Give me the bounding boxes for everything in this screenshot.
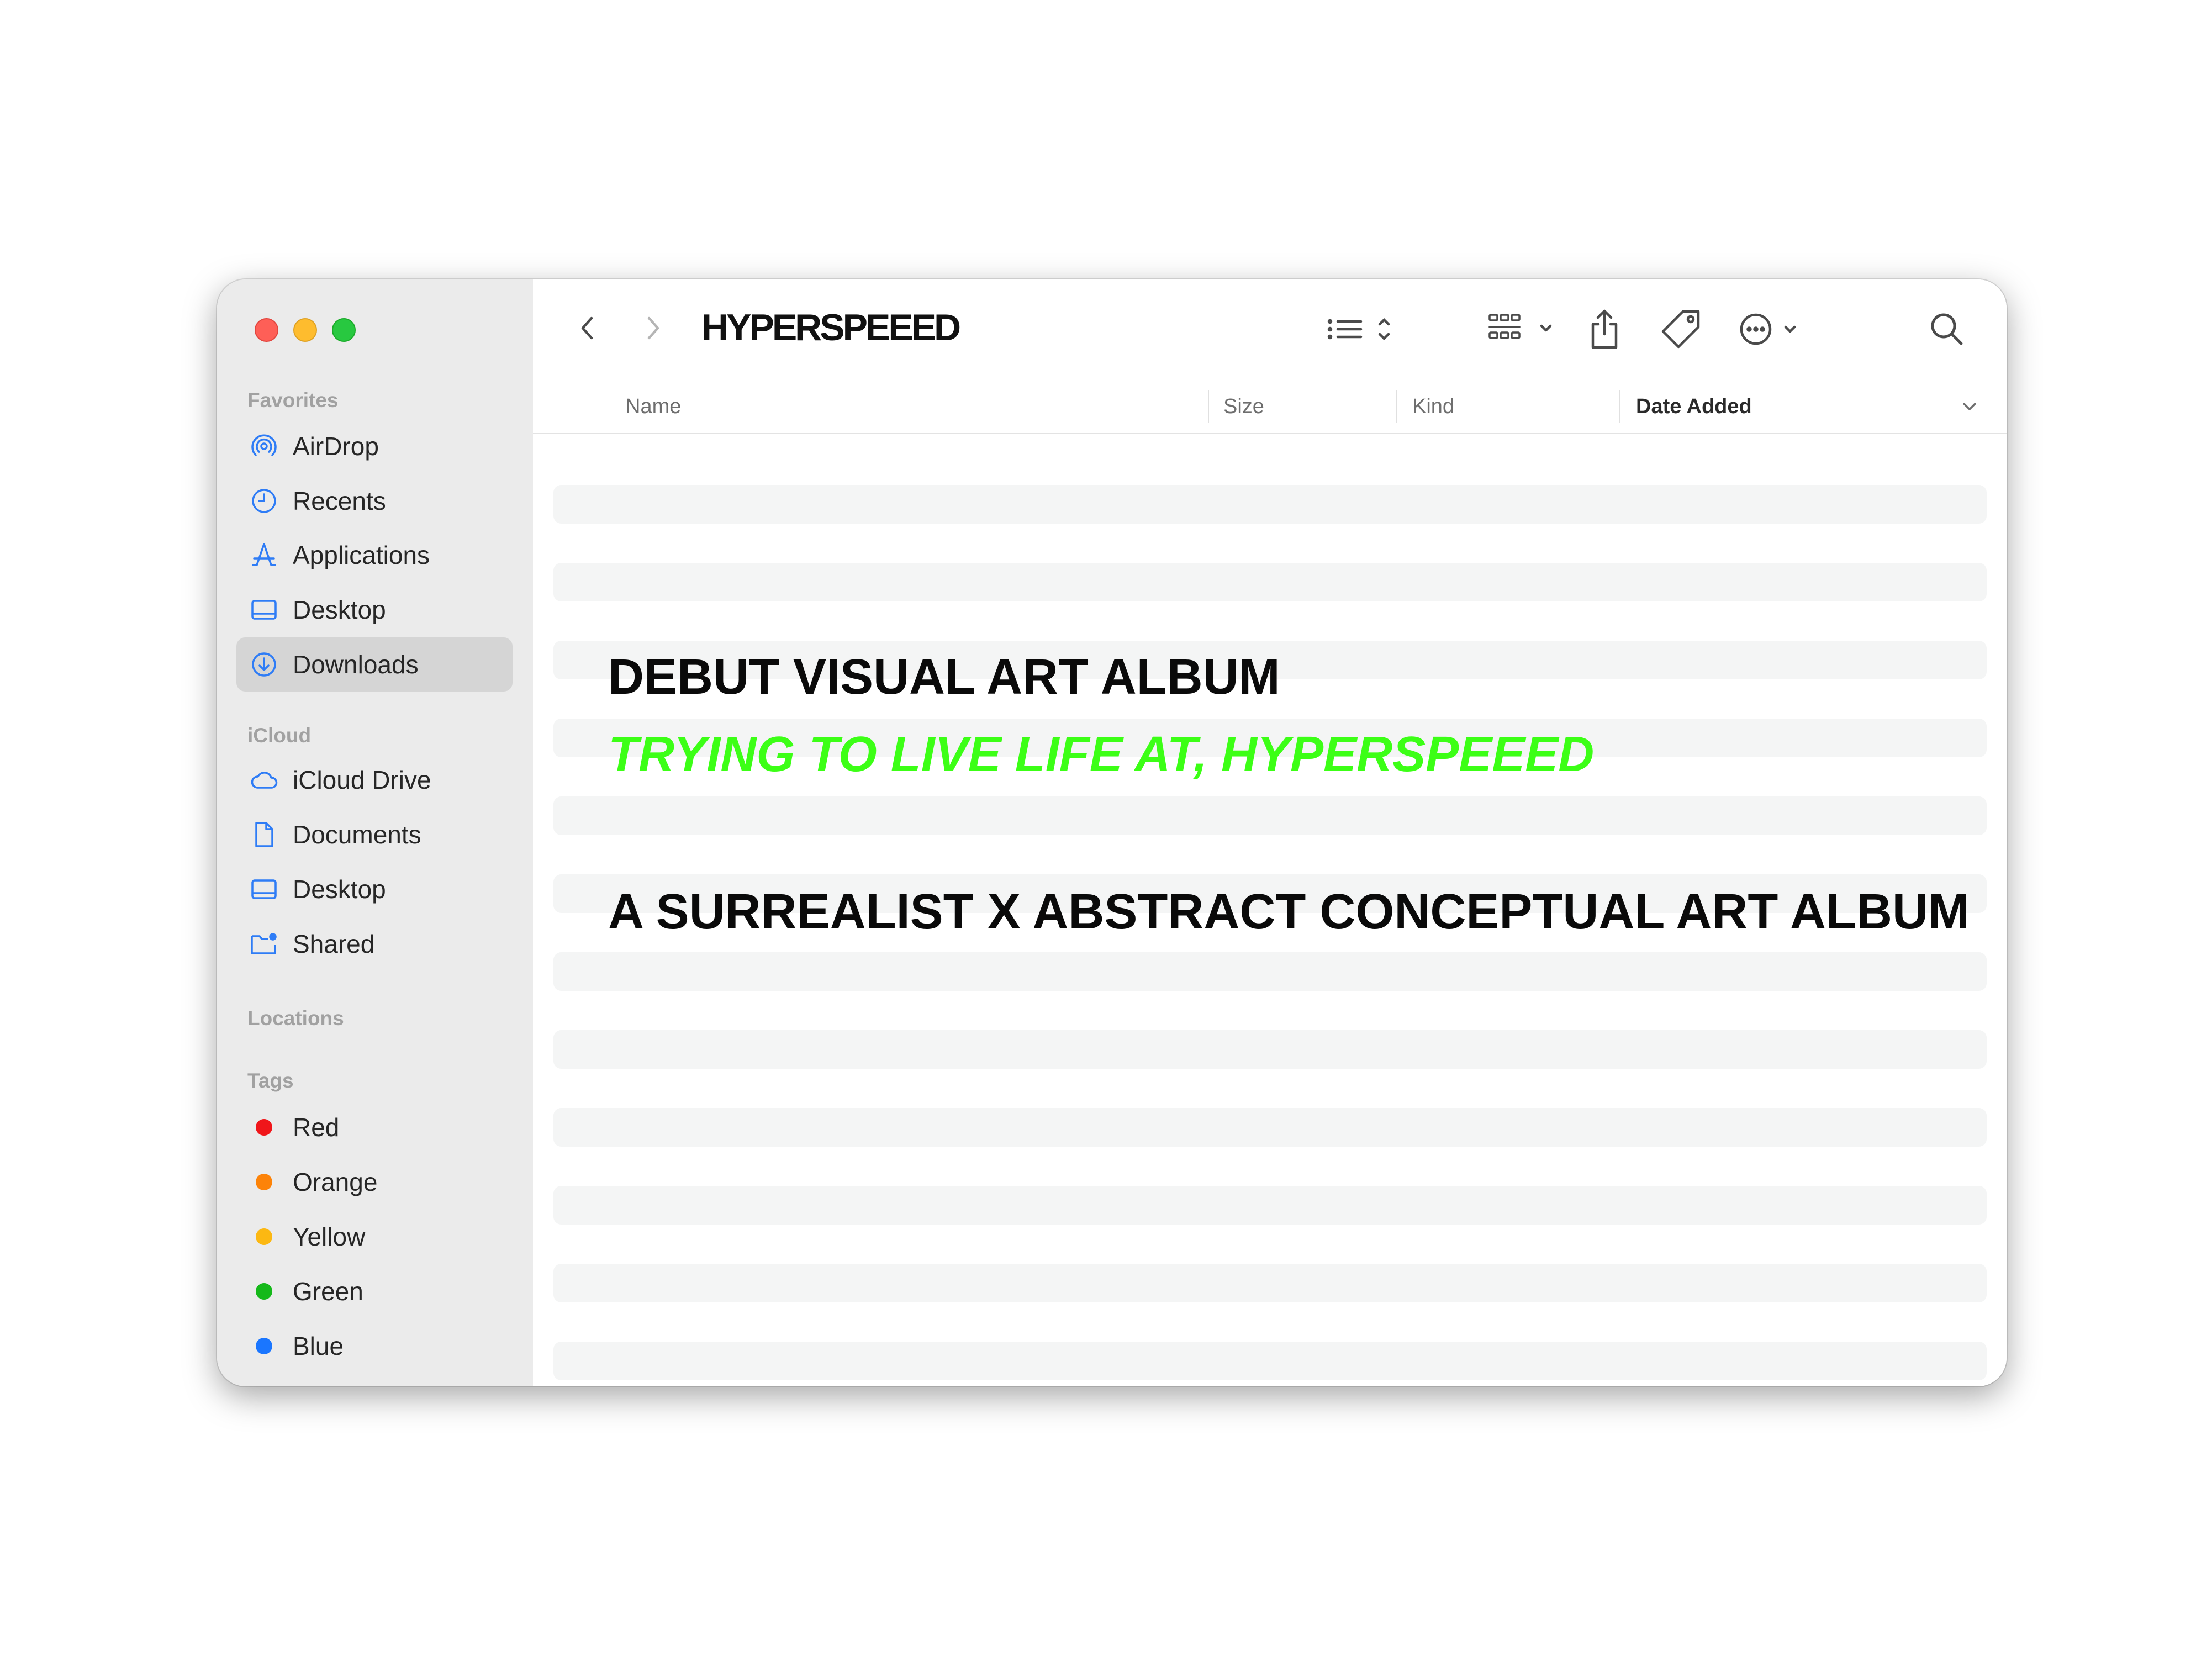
- view-options-button[interactable]: [1326, 310, 1397, 349]
- column-divider[interactable]: [1396, 390, 1397, 423]
- headline-debut: DEBUT VISUAL ART ALBUM: [608, 650, 1280, 705]
- sidebar-item-label: Applications: [293, 541, 430, 569]
- forward-icon: [642, 313, 664, 344]
- share-button[interactable]: [1585, 304, 1624, 354]
- search-button[interactable]: [1925, 307, 1969, 351]
- sidebar-item-tag-blue[interactable]: Blue: [236, 1319, 513, 1373]
- desktop-icon: [249, 594, 279, 625]
- tag-color-dot: [249, 1276, 279, 1307]
- sidebar-item-label: Orange: [293, 1168, 378, 1196]
- toolbar: HYPERSPEEED: [533, 279, 2007, 381]
- sidebar-heading-tags: Tags: [247, 1069, 294, 1092]
- clock-icon: [249, 486, 279, 516]
- list-view-icon: [1326, 310, 1397, 349]
- sidebar-item-tag-yellow[interactable]: Yellow: [236, 1210, 513, 1264]
- traffic-lights: [255, 318, 356, 342]
- tag-color-dot: [249, 1167, 279, 1197]
- cloud-icon: [249, 764, 279, 795]
- sidebar-item-airdrop[interactable]: AirDrop: [236, 419, 513, 473]
- file-row[interactable]: [553, 1108, 1987, 1147]
- window-title: HYPERSPEEED: [701, 307, 961, 349]
- sidebar-item-downloads[interactable]: Downloads: [236, 637, 513, 692]
- sidebar-item-label: iCloud Drive: [293, 766, 431, 794]
- file-row[interactable]: [553, 1342, 1987, 1380]
- tag-color-dot: [249, 1112, 279, 1143]
- sidebar: Favorites AirDrop Recents Applications D…: [217, 279, 534, 1386]
- column-date-added[interactable]: Date Added: [1636, 380, 1752, 433]
- more-icon: [1736, 307, 1808, 351]
- column-name[interactable]: Name: [625, 380, 681, 433]
- group-button[interactable]: [1487, 307, 1559, 351]
- sidebar-item-label: AirDrop: [293, 432, 379, 461]
- stage: Favorites AirDrop Recents Applications D…: [0, 0, 2212, 1657]
- sidebar-item-label: Shared: [293, 930, 375, 958]
- sidebar-item-label: Green: [293, 1277, 363, 1306]
- column-header: Name Size Kind Date Added: [533, 380, 2007, 434]
- sidebar-item-icloud-desktop[interactable]: Desktop: [236, 862, 513, 916]
- tag-icon: [1660, 307, 1704, 351]
- share-icon: [1585, 304, 1624, 354]
- sidebar-item-tag-red[interactable]: Red: [236, 1100, 513, 1154]
- sidebar-item-label: Downloads: [293, 650, 419, 679]
- finder-window: Favorites AirDrop Recents Applications D…: [217, 279, 2007, 1386]
- tag-button[interactable]: [1660, 307, 1704, 351]
- document-icon: [249, 819, 279, 850]
- applications-icon: [249, 540, 279, 571]
- download-icon: [249, 649, 279, 680]
- column-kind[interactable]: Kind: [1412, 380, 1454, 433]
- sidebar-heading-locations: Locations: [247, 1007, 344, 1030]
- sidebar-item-recents[interactable]: Recents: [236, 474, 513, 528]
- sidebar-item-documents[interactable]: Documents: [236, 808, 513, 862]
- more-actions-button[interactable]: [1736, 307, 1808, 351]
- sidebar-item-label: Recents: [293, 487, 386, 515]
- file-row[interactable]: [553, 1030, 1987, 1069]
- tag-color-dot: [249, 1331, 279, 1362]
- sidebar-item-tag-green[interactable]: Green: [236, 1264, 513, 1318]
- sidebar-item-label: Desktop: [293, 875, 386, 904]
- file-row[interactable]: [553, 1186, 1987, 1225]
- grid-view-icon: [1487, 307, 1559, 351]
- sidebar-heading-favorites: Favorites: [247, 389, 339, 411]
- sidebar-item-applications[interactable]: Applications: [236, 528, 513, 582]
- minimize-button[interactable]: [293, 318, 317, 342]
- file-row[interactable]: [553, 952, 1987, 991]
- back-icon: [576, 313, 598, 344]
- sidebar-heading-icloud: iCloud: [247, 724, 312, 747]
- tag-color-dot: [249, 1221, 279, 1252]
- sidebar-item-tag-orange[interactable]: Orange: [236, 1155, 513, 1209]
- file-row[interactable]: [553, 1264, 1987, 1302]
- airdrop-icon: [249, 431, 279, 462]
- shared-folder-icon: [249, 928, 279, 959]
- sidebar-item-label: Red: [293, 1113, 340, 1142]
- column-size[interactable]: Size: [1223, 380, 1264, 433]
- sidebar-item-icloud-drive[interactable]: iCloud Drive: [236, 753, 513, 807]
- forward-button[interactable]: [638, 313, 669, 344]
- zoom-button[interactable]: [332, 318, 356, 342]
- sidebar-item-label: Documents: [293, 820, 421, 849]
- desktop-icon: [249, 874, 279, 905]
- sidebar-item-shared[interactable]: Shared: [236, 917, 513, 971]
- sidebar-item-label: Yellow: [293, 1222, 366, 1251]
- sidebar-item-label: Desktop: [293, 595, 386, 624]
- sort-chevron-icon[interactable]: [1961, 380, 1978, 433]
- file-row[interactable]: [553, 796, 1987, 835]
- sidebar-item-desktop[interactable]: Desktop: [236, 583, 513, 637]
- search-icon: [1925, 307, 1969, 351]
- headline-description: A SURREALIST X ABSTRACT CONCEPTUAL ART A…: [608, 884, 1970, 940]
- file-row[interactable]: [553, 563, 1987, 601]
- column-divider[interactable]: [1208, 390, 1209, 423]
- file-row[interactable]: [553, 485, 1987, 524]
- close-button[interactable]: [255, 318, 278, 342]
- main-pane: HYPERSPEEED Name Size Kind Date Added: [533, 279, 2007, 1386]
- back-button[interactable]: [572, 313, 603, 344]
- sidebar-item-label: Blue: [293, 1332, 344, 1360]
- headline-tagline: TRYING TO LIVE LIFE AT, HYPERSPEEED: [608, 727, 1595, 782]
- column-divider[interactable]: [1619, 390, 1620, 423]
